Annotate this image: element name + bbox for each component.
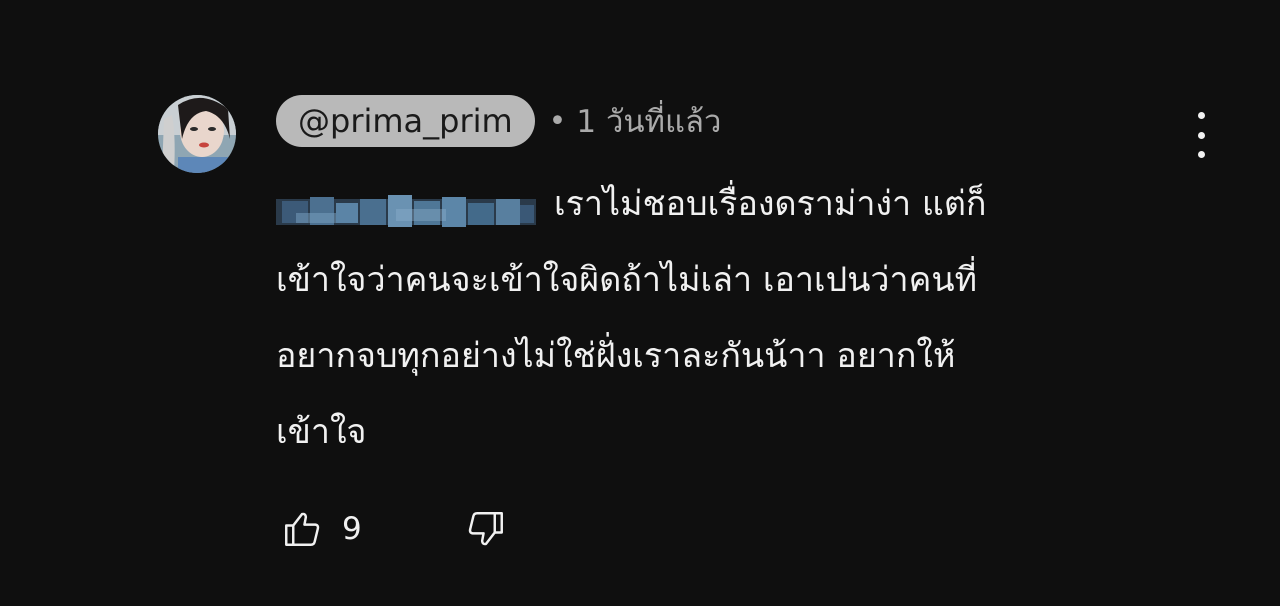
comment-text: เราไม่ชอบเรื่องดราม่าง่า แต่ก็ เข้าใจว่า… xyxy=(276,166,1176,470)
comment-line: เข้าใจว่าคนจะเข้าใจผิดถ้าไม่เล่า เอาเปนว… xyxy=(276,260,978,300)
like-count: 9 xyxy=(342,511,362,547)
comment-line: เข้าใจ xyxy=(276,412,367,452)
pixelated-mention-image xyxy=(276,194,536,227)
comment-actions: 9 xyxy=(280,506,508,552)
like-button[interactable] xyxy=(280,507,324,551)
more-vert-icon[interactable] xyxy=(1186,112,1216,158)
blurred-mention xyxy=(276,182,536,227)
thumb-up-icon xyxy=(285,512,320,546)
channel-handle[interactable]: @prima_prim xyxy=(276,95,535,147)
comment-line: เราไม่ชอบเรื่องดราม่าง่า แต่ก็ xyxy=(276,166,1176,242)
comment-timestamp[interactable]: 1 วันที่แล้ว xyxy=(576,96,721,146)
comment-line-text: เราไม่ชอบเรื่องดราม่าง่า แต่ก็ xyxy=(554,184,987,224)
avatar[interactable] xyxy=(158,95,236,173)
more-dot xyxy=(1197,112,1205,119)
more-dot xyxy=(1197,151,1205,158)
separator-dot: • xyxy=(548,103,567,139)
dislike-button[interactable] xyxy=(464,507,508,551)
comment-screen: @prima_prim • 1 วันที่แล้ว เราไม่ชอบเรื่… xyxy=(0,0,1280,606)
comment-header: @prima_prim • 1 วันที่แล้ว xyxy=(276,95,721,147)
avatar-image xyxy=(158,95,236,173)
more-dot xyxy=(1197,131,1205,139)
thumb-down-icon xyxy=(468,512,503,546)
comment-line: อยากจบทุกอย่างไม่ใช่ฝั่งเราละกันน้าา อยา… xyxy=(276,336,956,376)
